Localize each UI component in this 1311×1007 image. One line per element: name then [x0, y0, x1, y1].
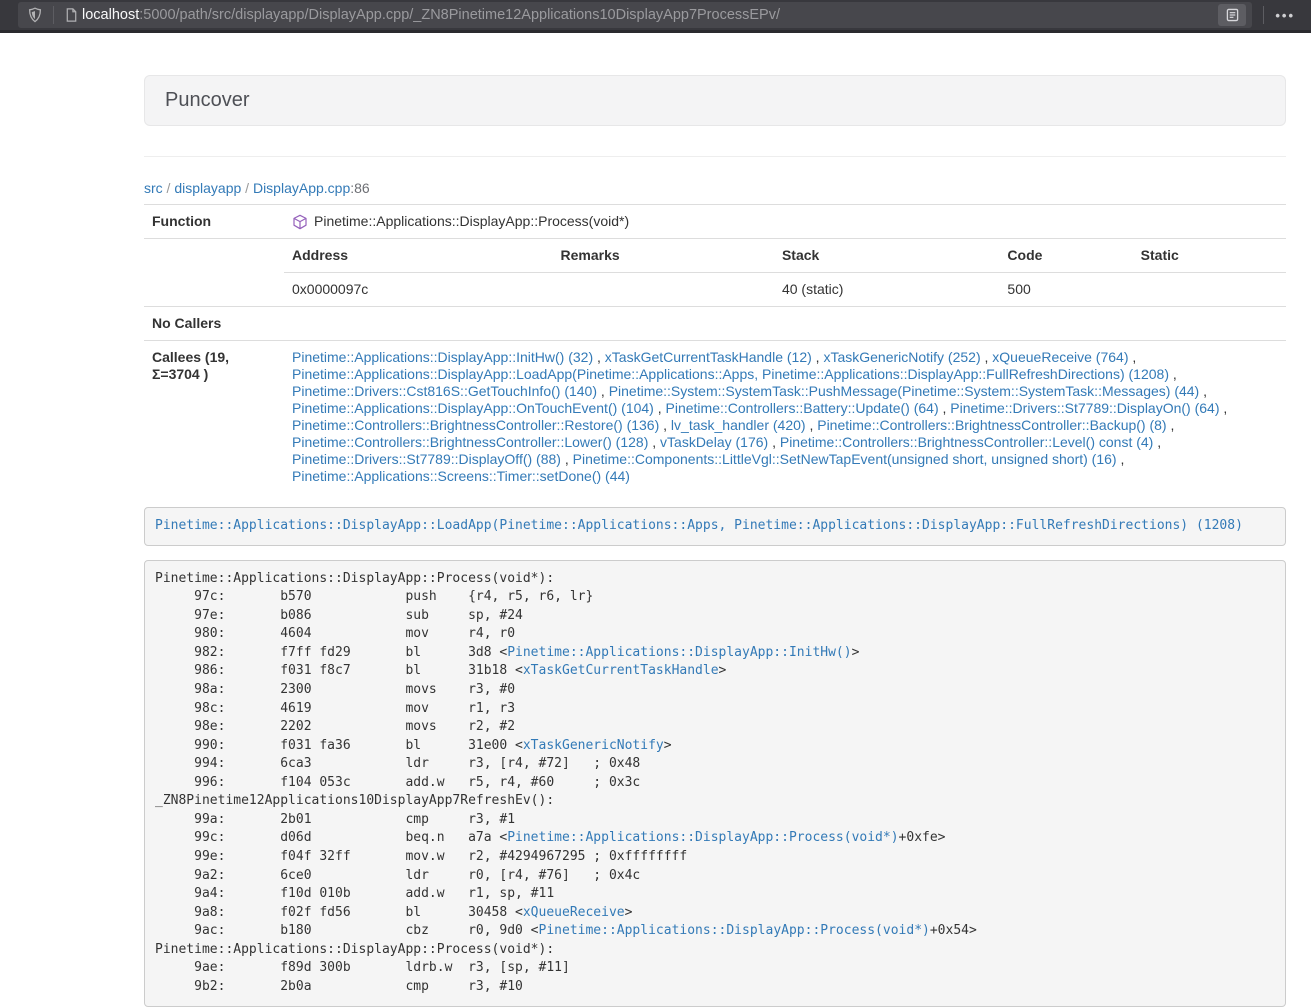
page-actions-icon[interactable]: ••• — [1271, 8, 1305, 23]
remarks-value — [553, 273, 774, 307]
asm-symbol-link[interactable]: Pinetime::Applications::DisplayApp::Proc… — [507, 830, 898, 845]
stats-values-row: 0x0000097c 40 (static) 500 — [284, 273, 1286, 307]
asm-symbol-link[interactable]: Pinetime::Applications::DisplayApp::Proc… — [539, 923, 930, 938]
page-header: Puncover — [144, 75, 1286, 126]
callee-link[interactable]: Pinetime::System::SystemTask::PushMessag… — [609, 383, 1200, 399]
shield-icon[interactable] — [24, 7, 46, 23]
callees-list: Pinetime::Applications::DisplayApp::Init… — [284, 341, 1286, 494]
col-header-remarks: Remarks — [553, 239, 774, 273]
callee-link[interactable]: Pinetime::Drivers::St7789::DisplayOn() (… — [950, 400, 1219, 416]
page-title: Puncover — [165, 89, 250, 111]
url-path: :5000/path/src/displayapp/DisplayApp.cpp… — [139, 7, 780, 23]
static-value — [1133, 273, 1286, 307]
disassembly-block: Pinetime::Applications::DisplayApp::Proc… — [144, 560, 1286, 1007]
callee-link[interactable]: Pinetime::Applications::DisplayApp::Load… — [292, 366, 1169, 382]
breadcrumb-item: :86 — [350, 180, 369, 196]
callee-link[interactable]: lv_task_handler (420) — [671, 417, 806, 433]
toolbar-separator — [53, 6, 54, 24]
callee-link[interactable]: xTaskGetCurrentTaskHandle (12) — [605, 349, 812, 365]
no-callers-label: No Callers — [144, 307, 284, 341]
function-row: Function Pinetime::Applications::Display… — [144, 205, 1286, 239]
stats-table: Address Remarks Stack Code Static 0x0000… — [284, 239, 1286, 306]
stats-row: Address Remarks Stack Code Static 0x0000… — [144, 239, 1286, 307]
function-name: Pinetime::Applications::DisplayApp::Proc… — [314, 213, 629, 230]
callee-link[interactable]: xQueueReceive (764) — [992, 349, 1128, 365]
page-content: Puncover src / displayapp / DisplayApp.c… — [144, 75, 1286, 1007]
breadcrumb-item[interactable]: DisplayApp.cpp — [253, 180, 350, 196]
asm-symbol-link[interactable]: xTaskGetCurrentTaskHandle — [523, 663, 719, 678]
callee-link[interactable]: Pinetime::Components::LittleVgl::SetNewT… — [573, 451, 1117, 467]
callee-link[interactable]: Pinetime::Applications::Screens::Timer::… — [292, 468, 630, 484]
function-cube-icon — [292, 214, 308, 230]
browser-toolbar: localhost:5000/path/src/displayapp/Displ… — [0, 0, 1311, 33]
callees-row: Callees (19, Σ=3704 ) Pinetime::Applicat… — [144, 341, 1286, 494]
asm-symbol-link[interactable]: xQueueReceive — [523, 905, 625, 920]
url-bar[interactable]: localhost:5000/path/src/displayapp/Displ… — [18, 2, 1252, 28]
asm-symbol-link[interactable]: Pinetime::Applications::DisplayApp::Init… — [507, 645, 851, 660]
code-value: 500 — [999, 273, 1132, 307]
col-header-code: Code — [999, 239, 1132, 273]
callee-link[interactable]: Pinetime::Applications::DisplayApp::OnTo… — [292, 400, 654, 416]
callee-link[interactable]: Pinetime::Controllers::BrightnessControl… — [292, 417, 659, 433]
page-proxy-icon — [61, 7, 82, 23]
col-header-address: Address — [284, 239, 553, 273]
callee-link[interactable]: Pinetime::Drivers::Cst816S::GetTouchInfo… — [292, 383, 597, 399]
url-text[interactable]: localhost:5000/path/src/displayapp/Displ… — [82, 7, 1210, 23]
stack-value: 40 (static) — [774, 273, 999, 307]
highlighted-symbol-link[interactable]: Pinetime::Applications::DisplayApp::Load… — [155, 518, 1243, 533]
function-table: Function Pinetime::Applications::Display… — [144, 204, 1286, 493]
reader-mode-icon[interactable] — [1218, 4, 1246, 26]
divider — [144, 156, 1286, 157]
highlighted-symbol-block: Pinetime::Applications::DisplayApp::Load… — [144, 507, 1286, 546]
callee-link[interactable]: Pinetime::Controllers::BrightnessControl… — [292, 434, 648, 450]
callee-link[interactable]: Pinetime::Applications::DisplayApp::Init… — [292, 349, 593, 365]
callees-label: Callees (19, Σ=3704 ) — [144, 341, 284, 494]
no-callers-row: No Callers — [144, 307, 1286, 341]
breadcrumb-separator: / — [163, 180, 175, 196]
col-header-stack: Stack — [774, 239, 999, 273]
callee-link[interactable]: xTaskGenericNotify (252) — [823, 349, 980, 365]
callee-link[interactable]: Pinetime::Drivers::St7789::DisplayOff() … — [292, 451, 561, 467]
callee-link[interactable]: vTaskDelay (176) — [660, 434, 768, 450]
function-row-label: Function — [144, 205, 284, 239]
address-value: 0x0000097c — [284, 273, 553, 307]
url-host: localhost — [82, 7, 139, 23]
breadcrumb-item[interactable]: displayapp — [174, 180, 241, 196]
callee-link[interactable]: Pinetime::Controllers::BrightnessControl… — [780, 434, 1153, 450]
breadcrumb-separator: / — [241, 180, 253, 196]
toolbar-separator-right — [1263, 6, 1264, 24]
callee-link[interactable]: Pinetime::Controllers::Battery::Update()… — [666, 400, 939, 416]
breadcrumb-item[interactable]: src — [144, 180, 163, 196]
callee-link[interactable]: Pinetime::Controllers::BrightnessControl… — [817, 417, 1166, 433]
breadcrumb: src / displayapp / DisplayApp.cpp:86 — [144, 178, 1286, 198]
asm-symbol-link[interactable]: xTaskGenericNotify — [523, 738, 664, 753]
col-header-static: Static — [1133, 239, 1286, 273]
